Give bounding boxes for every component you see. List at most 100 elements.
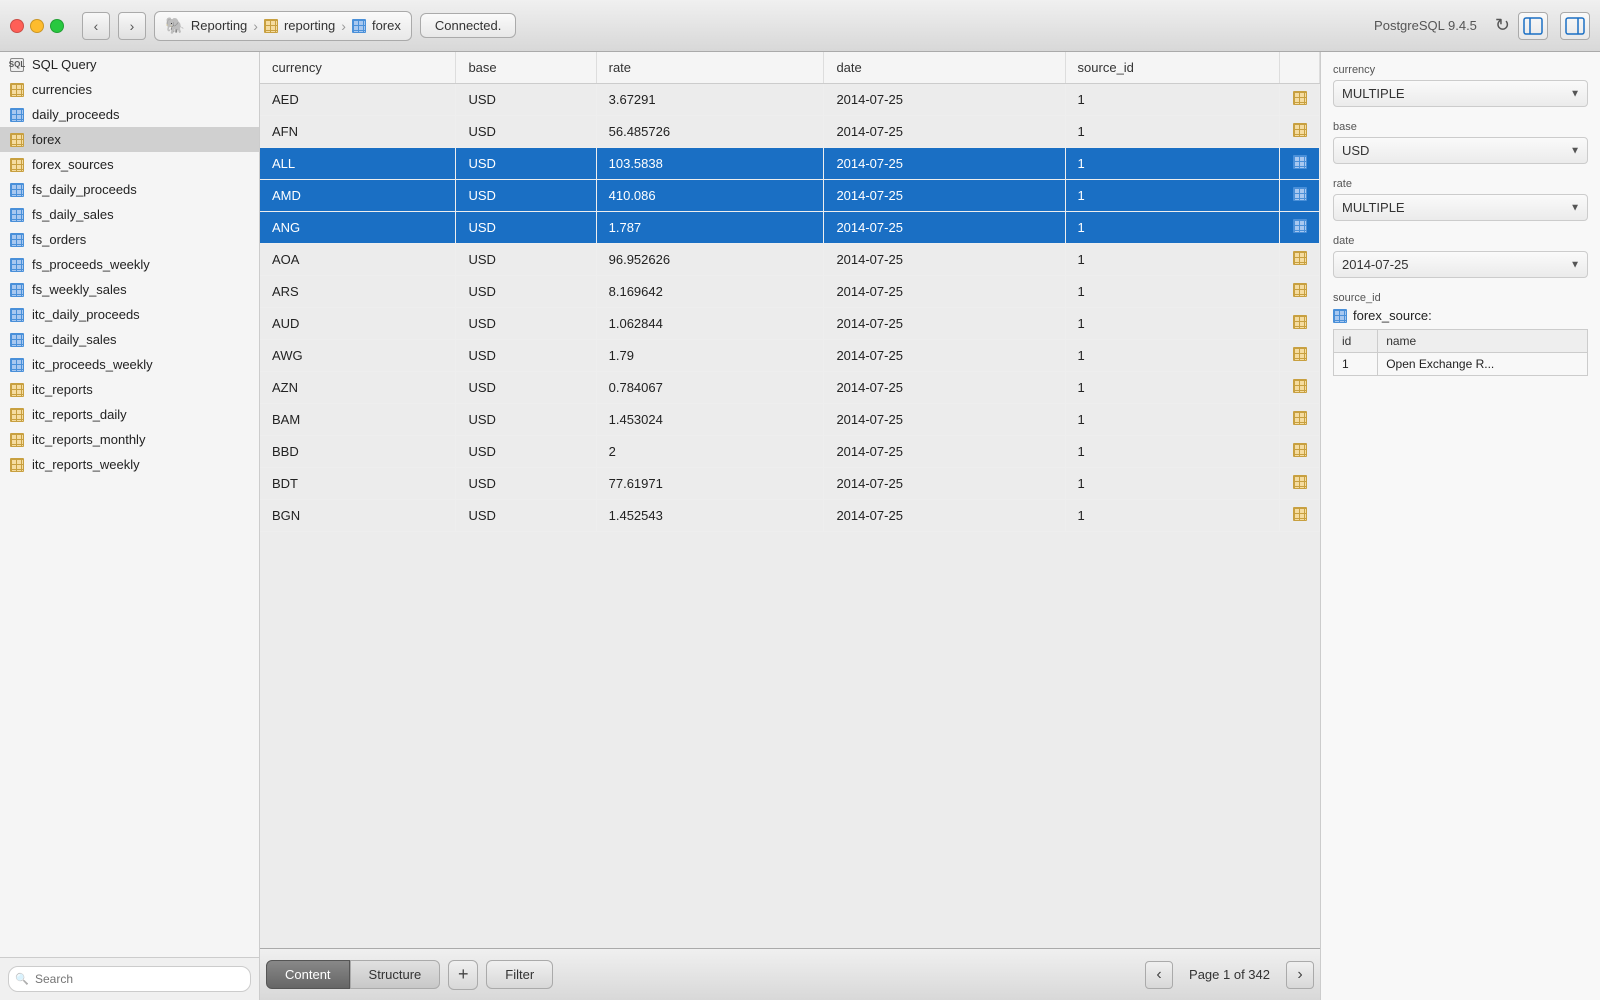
table-orange-icon <box>10 458 24 472</box>
view-sidebar-right-button[interactable] <box>1560 12 1590 40</box>
sidebar-item-label: itc_proceeds_weekly <box>32 357 153 372</box>
tab-structure[interactable]: Structure <box>350 960 441 989</box>
sidebar-item-forex-sources[interactable]: forex_sources <box>0 152 259 177</box>
cell-rate: 1.062844 <box>596 308 824 340</box>
cell-base: USD <box>456 244 596 276</box>
cell-rate: 3.67291 <box>596 84 824 116</box>
col-base[interactable]: base <box>456 52 596 84</box>
cell-currency: AFN <box>260 116 456 148</box>
table-row[interactable]: BAM USD 1.453024 2014-07-25 1 <box>260 404 1320 436</box>
table-row[interactable]: ANG USD 1.787 2014-07-25 1 <box>260 212 1320 244</box>
cell-date: 2014-07-25 <box>824 340 1065 372</box>
col-rate[interactable]: rate <box>596 52 824 84</box>
sidebar: SQLSQL Querycurrenciesdaily_proceedsfore… <box>0 52 260 1000</box>
cell-base: USD <box>456 148 596 180</box>
breadcrumb-table[interactable]: forex <box>372 18 401 33</box>
cell-source-id: 1 <box>1065 116 1279 148</box>
rp-currency-select[interactable]: MULTIPLE <box>1333 80 1588 107</box>
row-table-icon <box>1293 219 1307 233</box>
sidebar-item-daily-proceeds[interactable]: daily_proceeds <box>0 102 259 127</box>
sidebar-item-label: fs_proceeds_weekly <box>32 257 150 272</box>
prev-page-button[interactable]: ‹ <box>1145 961 1173 989</box>
elephant-icon: 🐘 <box>165 16 185 36</box>
rp-base-field: base USD <box>1333 121 1588 164</box>
table-blue-icon <box>10 233 24 247</box>
sidebar-item-fs-daily-sales[interactable]: fs_daily_sales <box>0 202 259 227</box>
table-row[interactable]: AWG USD 1.79 2014-07-25 1 <box>260 340 1320 372</box>
sidebar-item-itc-reports-weekly[interactable]: itc_reports_weekly <box>0 452 259 477</box>
sidebar-item-sql-query[interactable]: SQLSQL Query <box>0 52 259 77</box>
back-button[interactable]: ‹ <box>82 12 110 40</box>
cell-icon <box>1280 148 1320 180</box>
sidebar-item-itc-proceeds-weekly[interactable]: itc_proceeds_weekly <box>0 352 259 377</box>
rp-rate-select[interactable]: MULTIPLE <box>1333 194 1588 221</box>
sidebar-item-currencies[interactable]: currencies <box>0 77 259 102</box>
cell-date: 2014-07-25 <box>824 436 1065 468</box>
right-panel: currency MULTIPLE base USD rate MULTIPLE <box>1320 52 1600 1000</box>
cell-currency: BDT <box>260 468 456 500</box>
breadcrumb-schema[interactable]: reporting <box>284 18 335 33</box>
rp-rate-field: rate MULTIPLE <box>1333 178 1588 221</box>
col-currency[interactable]: currency <box>260 52 456 84</box>
table-row[interactable]: AED USD 3.67291 2014-07-25 1 <box>260 84 1320 116</box>
breadcrumb-db[interactable]: Reporting <box>191 18 247 33</box>
table-blue-icon <box>10 183 24 197</box>
rp-date-select[interactable]: 2014-07-25 <box>1333 251 1588 278</box>
table-row[interactable]: AUD USD 1.062844 2014-07-25 1 <box>260 308 1320 340</box>
minimize-button[interactable] <box>30 19 44 33</box>
cell-currency: AZN <box>260 372 456 404</box>
cell-rate: 77.61971 <box>596 468 824 500</box>
table-row[interactable]: BBD USD 2 2014-07-25 1 <box>260 436 1320 468</box>
add-row-button[interactable]: + <box>448 960 478 990</box>
table-row[interactable]: AZN USD 0.784067 2014-07-25 1 <box>260 372 1320 404</box>
sidebar-item-itc-daily-sales[interactable]: itc_daily_sales <box>0 327 259 352</box>
cell-date: 2014-07-25 <box>824 244 1065 276</box>
maximize-button[interactable] <box>50 19 64 33</box>
cell-icon <box>1280 308 1320 340</box>
table-row[interactable]: AFN USD 56.485726 2014-07-25 1 <box>260 116 1320 148</box>
cell-source-id: 1 <box>1065 276 1279 308</box>
cell-currency: ALL <box>260 148 456 180</box>
cell-icon <box>1280 436 1320 468</box>
col-source-id[interactable]: source_id <box>1065 52 1279 84</box>
tab-content[interactable]: Content <box>266 960 350 989</box>
table-row[interactable]: AOA USD 96.952626 2014-07-25 1 <box>260 244 1320 276</box>
col-date[interactable]: date <box>824 52 1065 84</box>
sidebar-item-fs-daily-proceeds[interactable]: fs_daily_proceeds <box>0 177 259 202</box>
table-row[interactable]: ARS USD 8.169642 2014-07-25 1 <box>260 276 1320 308</box>
sidebar-item-fs-weekly-sales[interactable]: fs_weekly_sales <box>0 277 259 302</box>
cell-icon <box>1280 116 1320 148</box>
close-button[interactable] <box>10 19 24 33</box>
table-row[interactable]: ALL USD 103.5838 2014-07-25 1 <box>260 148 1320 180</box>
cell-icon <box>1280 468 1320 500</box>
sidebar-item-forex[interactable]: forex <box>0 127 259 152</box>
sidebar-item-itc-reports-monthly[interactable]: itc_reports_monthly <box>0 427 259 452</box>
refresh-button[interactable]: ↻ <box>1495 15 1510 36</box>
filter-button[interactable]: Filter <box>486 960 553 989</box>
sidebar-item-fs-proceeds-weekly[interactable]: fs_proceeds_weekly <box>0 252 259 277</box>
cell-date: 2014-07-25 <box>824 148 1065 180</box>
sidebar-item-itc-reports-daily[interactable]: itc_reports_daily <box>0 402 259 427</box>
breadcrumb-sep-2: › <box>341 18 346 34</box>
rp-base-select[interactable]: USD <box>1333 137 1588 164</box>
table-row[interactable]: AMD USD 410.086 2014-07-25 1 <box>260 180 1320 212</box>
table-row[interactable]: BDT USD 77.61971 2014-07-25 1 <box>260 468 1320 500</box>
fk-cell-id: 1 <box>1334 353 1378 376</box>
table-row[interactable]: BGN USD 1.452543 2014-07-25 1 <box>260 500 1320 532</box>
cell-icon <box>1280 84 1320 116</box>
sidebar-item-itc-reports[interactable]: itc_reports <box>0 377 259 402</box>
next-page-button[interactable]: › <box>1286 961 1314 989</box>
rp-base-label: base <box>1333 121 1588 133</box>
cell-currency: ARS <box>260 276 456 308</box>
sidebar-item-fs-orders[interactable]: fs_orders <box>0 227 259 252</box>
table-orange-icon <box>10 133 24 147</box>
cell-base: USD <box>456 84 596 116</box>
sidebar-item-itc-daily-proceeds[interactable]: itc_daily_proceeds <box>0 302 259 327</box>
sidebar-item-label: SQL Query <box>32 57 97 72</box>
cell-currency: BAM <box>260 404 456 436</box>
forward-button[interactable]: › <box>118 12 146 40</box>
cell-date: 2014-07-25 <box>824 84 1065 116</box>
cell-source-id: 1 <box>1065 372 1279 404</box>
search-input[interactable] <box>8 966 251 992</box>
view-sidebar-left-button[interactable] <box>1518 12 1548 40</box>
